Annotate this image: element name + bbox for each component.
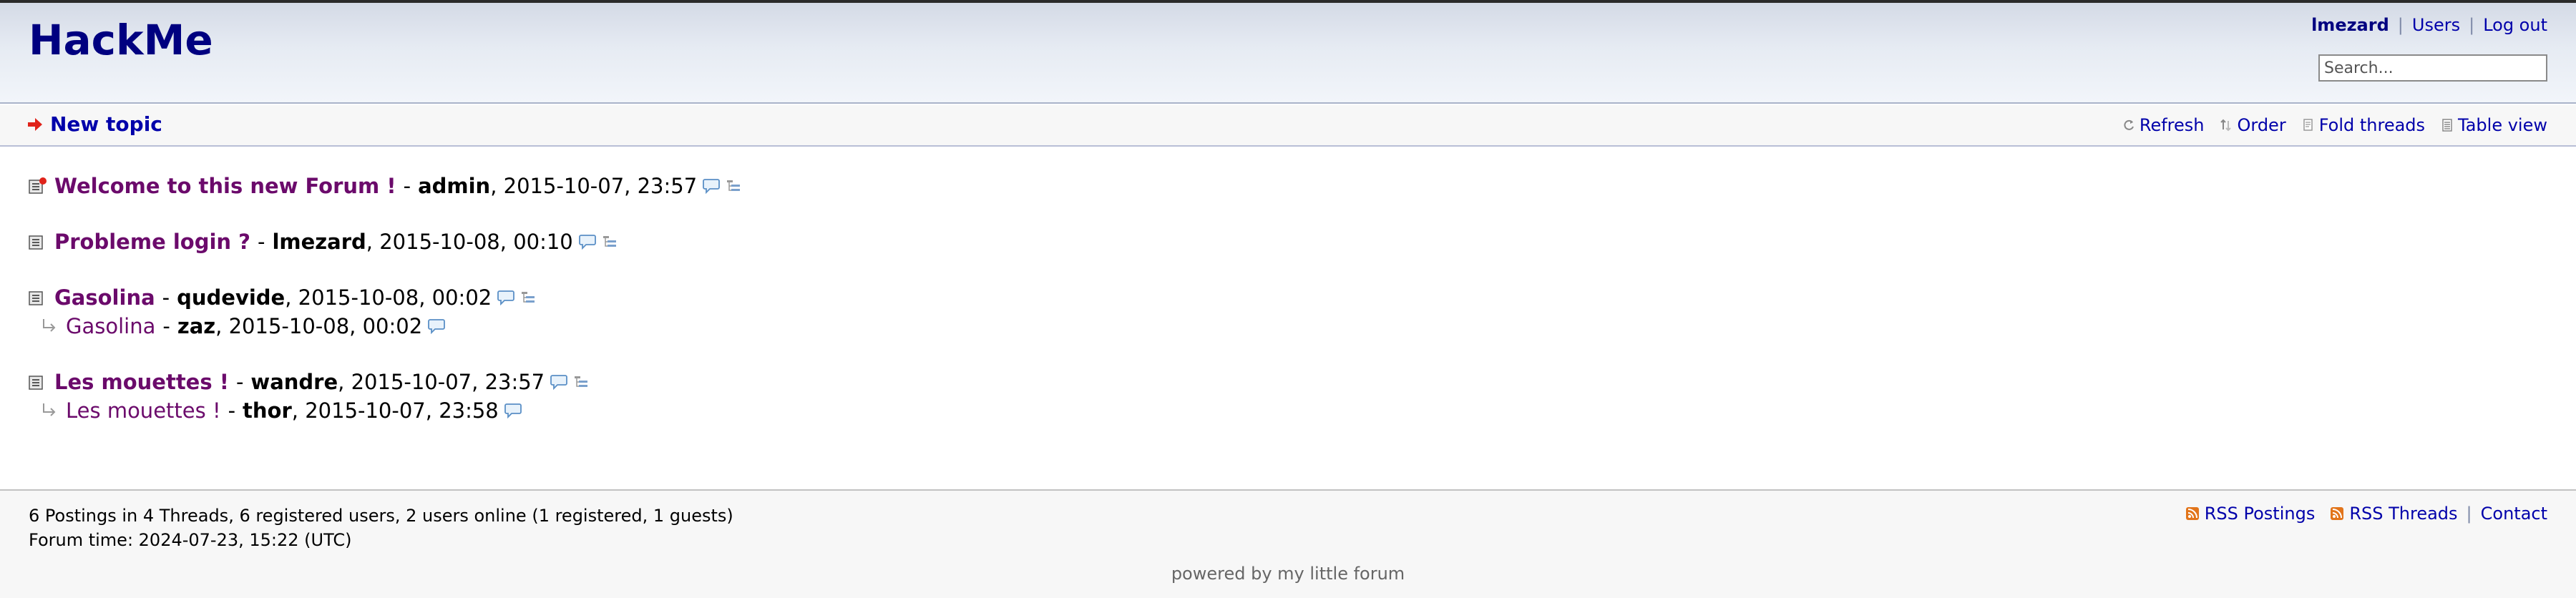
speech-bubble-icon[interactable] xyxy=(428,318,446,334)
thread-tree-icon[interactable] xyxy=(726,178,743,194)
thread-date: , 2015-10-08, 00:02 xyxy=(285,285,492,310)
thread-author: wandre xyxy=(250,370,338,394)
table-view-icon xyxy=(2442,119,2452,132)
speech-bubble-icon[interactable] xyxy=(550,374,568,390)
rss-threads-label: RSS Threads xyxy=(2349,504,2458,524)
speech-bubble-icon[interactable] xyxy=(578,234,596,250)
thread-new-icon xyxy=(29,177,47,194)
reply-row: Gasolina - zaz , 2015-10-08, 00:02 xyxy=(29,312,743,340)
header: HackMe lmezard | Users | Log out xyxy=(0,0,2576,104)
speech-bubble-icon[interactable] xyxy=(504,403,522,418)
users-link[interactable]: Users xyxy=(2412,14,2460,36)
table-view-link[interactable]: Table view xyxy=(2441,115,2547,135)
fold-threads-link[interactable]: Fold threads xyxy=(2302,115,2425,135)
thread-subject-link[interactable]: Gasolina xyxy=(54,285,155,310)
separator-dash: - xyxy=(162,314,170,338)
thread-icon xyxy=(29,376,43,390)
rss-threads-link[interactable]: RSS Threads xyxy=(2331,504,2458,524)
site-title[interactable]: HackMe xyxy=(29,16,213,64)
fold-threads-icon xyxy=(2303,119,2313,131)
thread-row: Les mouettes ! - wandre , 2015-10-07, 23… xyxy=(29,368,743,396)
search-input[interactable] xyxy=(2318,54,2547,82)
thread-date: , 2015-10-07, 23:57 xyxy=(338,370,545,394)
reply-subject-link[interactable]: Les mouettes ! xyxy=(66,398,221,423)
thread: Welcome to this new Forum ! - admin , 20… xyxy=(29,172,743,200)
reply-subject-link[interactable]: Gasolina xyxy=(66,314,155,338)
thread: Probleme login ? - lmezard , 2015-10-08,… xyxy=(29,227,743,256)
reply-date: , 2015-10-07, 23:58 xyxy=(291,398,499,423)
separator-dash: - xyxy=(228,398,236,423)
thread-list: Welcome to this new Forum ! - admin , 20… xyxy=(29,172,743,425)
order-label: Order xyxy=(2237,115,2286,135)
thread-subject-link[interactable]: Welcome to this new Forum ! xyxy=(54,174,396,198)
thread-tree-icon[interactable] xyxy=(602,234,619,250)
footer-links: RSS Postings RSS Threads | Contact xyxy=(2185,504,2547,524)
footer: 6 Postings in 4 Threads, 6 registered us… xyxy=(0,489,2576,598)
contact-link[interactable]: Contact xyxy=(2481,504,2547,524)
user-nav: lmezard | Users | Log out xyxy=(2311,14,2547,36)
nav-separator: | xyxy=(2397,15,2404,35)
separator-dash: - xyxy=(235,370,244,394)
thread-tree-icon[interactable] xyxy=(520,290,537,305)
powered-by[interactable]: powered by my little forum xyxy=(0,564,2576,584)
speech-bubble-icon[interactable] xyxy=(497,290,515,305)
fold-threads-label: Fold threads xyxy=(2318,115,2426,135)
reply-date: , 2015-10-08, 00:02 xyxy=(215,314,423,338)
speech-bubble-icon[interactable] xyxy=(703,178,721,194)
view-options: Refresh Order Fold threads Table view xyxy=(2107,115,2547,135)
new-topic-link[interactable]: New topic xyxy=(27,112,162,136)
reply-author: thor xyxy=(243,398,292,423)
red-arrow-icon xyxy=(28,117,42,131)
logout-link[interactable]: Log out xyxy=(2483,14,2547,36)
forum-time: Forum time: 2024-07-23, 15:22 (UTC) xyxy=(29,530,352,550)
refresh-icon xyxy=(2124,119,2134,130)
order-link[interactable]: Order xyxy=(2220,115,2286,135)
thread-author: qudevide xyxy=(177,285,286,310)
separator-dash: - xyxy=(403,174,411,198)
separator-dash: - xyxy=(162,285,170,310)
refresh-label: Refresh xyxy=(2139,115,2205,135)
user-profile-link[interactable]: lmezard xyxy=(2311,14,2389,36)
thread-row: Probleme login ? - lmezard , 2015-10-08,… xyxy=(29,227,743,256)
rss-postings-link[interactable]: RSS Postings xyxy=(2185,504,2316,524)
forum-stats: 6 Postings in 4 Threads, 6 registered us… xyxy=(29,504,733,552)
thread-subject-link[interactable]: Probleme login ? xyxy=(54,230,250,254)
thread-icon xyxy=(29,291,43,305)
new-topic-label: New topic xyxy=(50,112,162,136)
nav-separator: | xyxy=(2469,15,2475,35)
reply-branch-icon xyxy=(43,403,56,416)
separator-dash: - xyxy=(257,230,265,254)
refresh-link[interactable]: Refresh xyxy=(2122,115,2205,135)
rss-icon xyxy=(2185,507,2199,520)
reply-row: Les mouettes ! - thor , 2015-10-07, 23:5… xyxy=(29,396,743,425)
thread-tree-icon[interactable] xyxy=(573,374,590,390)
rss-postings-label: RSS Postings xyxy=(2204,504,2316,524)
thread: Les mouettes ! - wandre , 2015-10-07, 23… xyxy=(29,368,743,425)
order-icon xyxy=(2220,119,2232,132)
rss-icon xyxy=(2331,507,2344,520)
thread-date: , 2015-10-07, 23:57 xyxy=(490,174,698,198)
thread-subject-link[interactable]: Les mouettes ! xyxy=(54,370,229,394)
thread-icon xyxy=(29,235,43,250)
table-view-label: Table view xyxy=(2458,115,2547,135)
stats-line: 6 Postings in 4 Threads, 6 registered us… xyxy=(29,506,733,526)
thread-author: lmezard xyxy=(272,230,366,254)
thread-row: Welcome to this new Forum ! - admin , 20… xyxy=(29,172,743,200)
thread-row: Gasolina - qudevide , 2015-10-08, 00:02 xyxy=(29,283,743,312)
thread-date: , 2015-10-08, 00:10 xyxy=(366,230,573,254)
thread: Gasolina - qudevide , 2015-10-08, 00:02 … xyxy=(29,283,743,340)
thread-author: admin xyxy=(418,174,491,198)
subnav-bar: New topic Refresh Order Fold threads Tab… xyxy=(0,105,2576,147)
reply-author: zaz xyxy=(177,314,216,338)
reply-branch-icon xyxy=(43,319,56,332)
footer-separator: | xyxy=(2466,504,2472,524)
